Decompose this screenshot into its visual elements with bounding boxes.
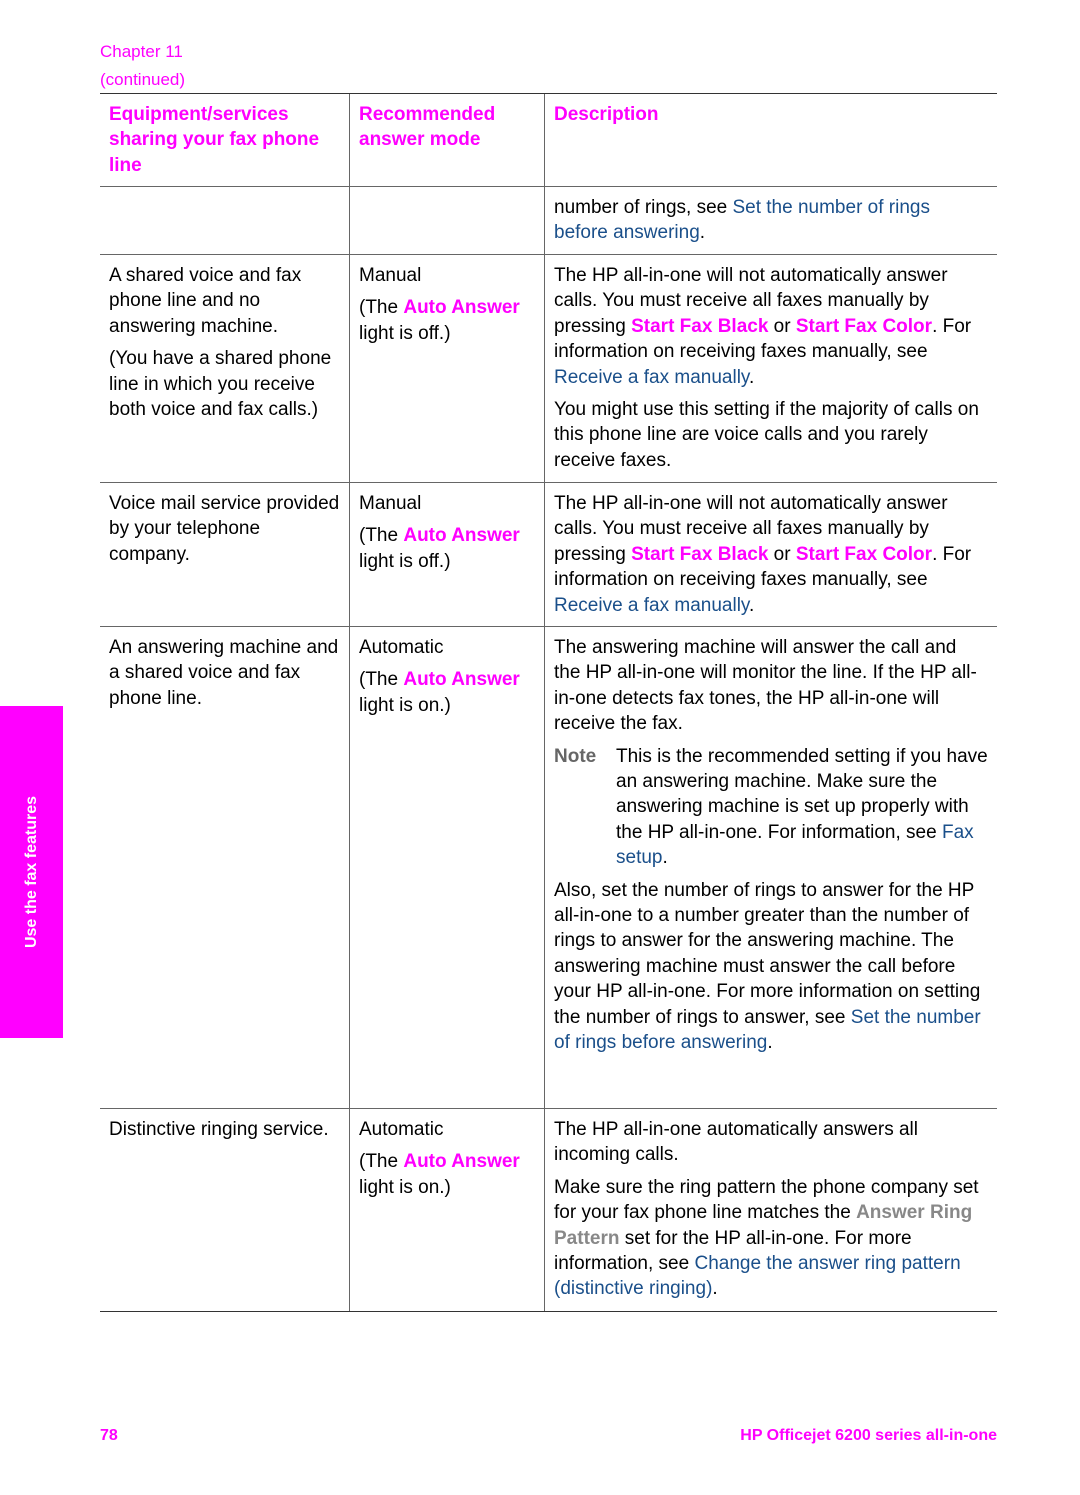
punctuation: .	[749, 594, 755, 616]
equipment-cell: Distinctive ringing service.	[100, 1109, 350, 1311]
description-text: The answering machine will answer the ca…	[554, 637, 977, 735]
mode-detail: light is off.)	[359, 550, 451, 572]
table-row: Distinctive ringing service. Automatic (…	[100, 1109, 997, 1312]
table-row: number of rings, see Set the number of r…	[100, 187, 997, 255]
note-block: Note This is the recommended setting if …	[554, 744, 988, 871]
punctuation: .	[767, 1032, 773, 1054]
description-cell: number of rings, see Set the number of r…	[545, 187, 997, 254]
description-text: or	[768, 543, 796, 565]
equipment-text: A shared voice and fax phone line and no…	[109, 265, 302, 337]
punctuation: .	[712, 1278, 718, 1300]
chapter-label: Chapter 11	[100, 42, 183, 61]
table-row: Voice mail service provided by your tele…	[100, 483, 997, 627]
mode-detail: (The	[359, 297, 404, 319]
table-row: An answering machine and a shared voice …	[100, 627, 997, 1109]
equipment-text: Distinctive ringing service.	[109, 1119, 329, 1140]
auto-answer-ui: Auto Answer	[403, 525, 520, 547]
description-cell: The answering machine will answer the ca…	[545, 627, 997, 1108]
start-fax-black-ui: Start Fax Black	[631, 315, 769, 337]
description-text: number of rings, see	[554, 197, 733, 218]
note-text: This is the recommended setting if you h…	[616, 745, 988, 843]
equipment-cell	[100, 187, 350, 254]
start-fax-color-ui: Start Fax Color	[795, 543, 933, 565]
note-label: Note	[554, 745, 597, 767]
mode-text: Manual	[359, 493, 422, 514]
punctuation: .	[662, 847, 668, 869]
equipment-text: An answering machine and a shared voice …	[109, 637, 339, 709]
mode-detail: (The	[359, 1151, 404, 1173]
receive-fax-manually-link[interactable]: Receive a fax manually	[554, 367, 749, 388]
mode-detail: light is on.)	[359, 694, 451, 716]
description-text: or	[768, 315, 796, 337]
table-row: A shared voice and fax phone line and no…	[100, 255, 997, 483]
description-cell: The HP all-in-one will not automatically…	[545, 255, 997, 482]
description-cell: The HP all-in-one automatically answers …	[545, 1109, 997, 1311]
equipment-cell: An answering machine and a shared voice …	[100, 627, 350, 1108]
description-cell: The HP all-in-one will not automatically…	[545, 483, 997, 626]
auto-answer-ui: Auto Answer	[403, 297, 520, 319]
description-text: You might use this setting if the majori…	[554, 399, 979, 471]
side-tab-label: Use the fax features	[22, 795, 40, 949]
equipment-cell: A shared voice and fax phone line and no…	[100, 255, 350, 482]
description-text: The HP all-in-one automatically answers …	[554, 1119, 918, 1166]
mode-cell	[350, 187, 545, 254]
mode-detail: light is off.)	[359, 322, 451, 344]
header-description: Description	[554, 104, 659, 125]
mode-cell: Manual (The Auto Answer light is off.)	[350, 483, 545, 626]
product-title: HP Officejet 6200 series all-in-one	[740, 1427, 997, 1444]
header-equipment: Equipment/services sharing your fax phon…	[100, 94, 350, 186]
equipment-text: Voice mail service provided by your tele…	[109, 493, 340, 565]
description-text: Also, set the number of rings to answer …	[554, 879, 981, 1028]
mode-detail: light is on.)	[359, 1176, 451, 1198]
mode-text: Manual	[359, 265, 422, 286]
start-fax-color-ui: Start Fax Color	[795, 315, 933, 337]
mode-cell: Automatic (The Auto Answer light is on.)	[350, 627, 545, 1108]
page-number: 78	[100, 1427, 118, 1444]
continued-label: (continued)	[100, 70, 186, 89]
punctuation: .	[699, 222, 706, 244]
punctuation: .	[749, 366, 755, 388]
auto-answer-ui: Auto Answer	[403, 669, 520, 691]
auto-answer-ui: Auto Answer	[403, 1151, 520, 1173]
receive-fax-manually-link[interactable]: Receive a fax manually	[554, 595, 749, 616]
header-mode: Recommended answer mode	[350, 94, 545, 186]
section-side-tab: Use the fax features	[0, 706, 63, 1038]
start-fax-black-ui: Start Fax Black	[631, 543, 769, 565]
answer-mode-table: Equipment/services sharing your fax phon…	[100, 93, 997, 1312]
table-header-row: Equipment/services sharing your fax phon…	[100, 94, 997, 187]
mode-detail: (The	[359, 525, 404, 547]
mode-text: Automatic	[359, 1119, 444, 1140]
equipment-cell: Voice mail service provided by your tele…	[100, 483, 350, 626]
mode-text: Automatic	[359, 637, 444, 658]
mode-cell: Automatic (The Auto Answer light is on.)	[350, 1109, 545, 1311]
mode-cell: Manual (The Auto Answer light is off.)	[350, 255, 545, 482]
mode-detail: (The	[359, 669, 404, 691]
equipment-note: (You have a shared phone line in which y…	[109, 348, 332, 421]
